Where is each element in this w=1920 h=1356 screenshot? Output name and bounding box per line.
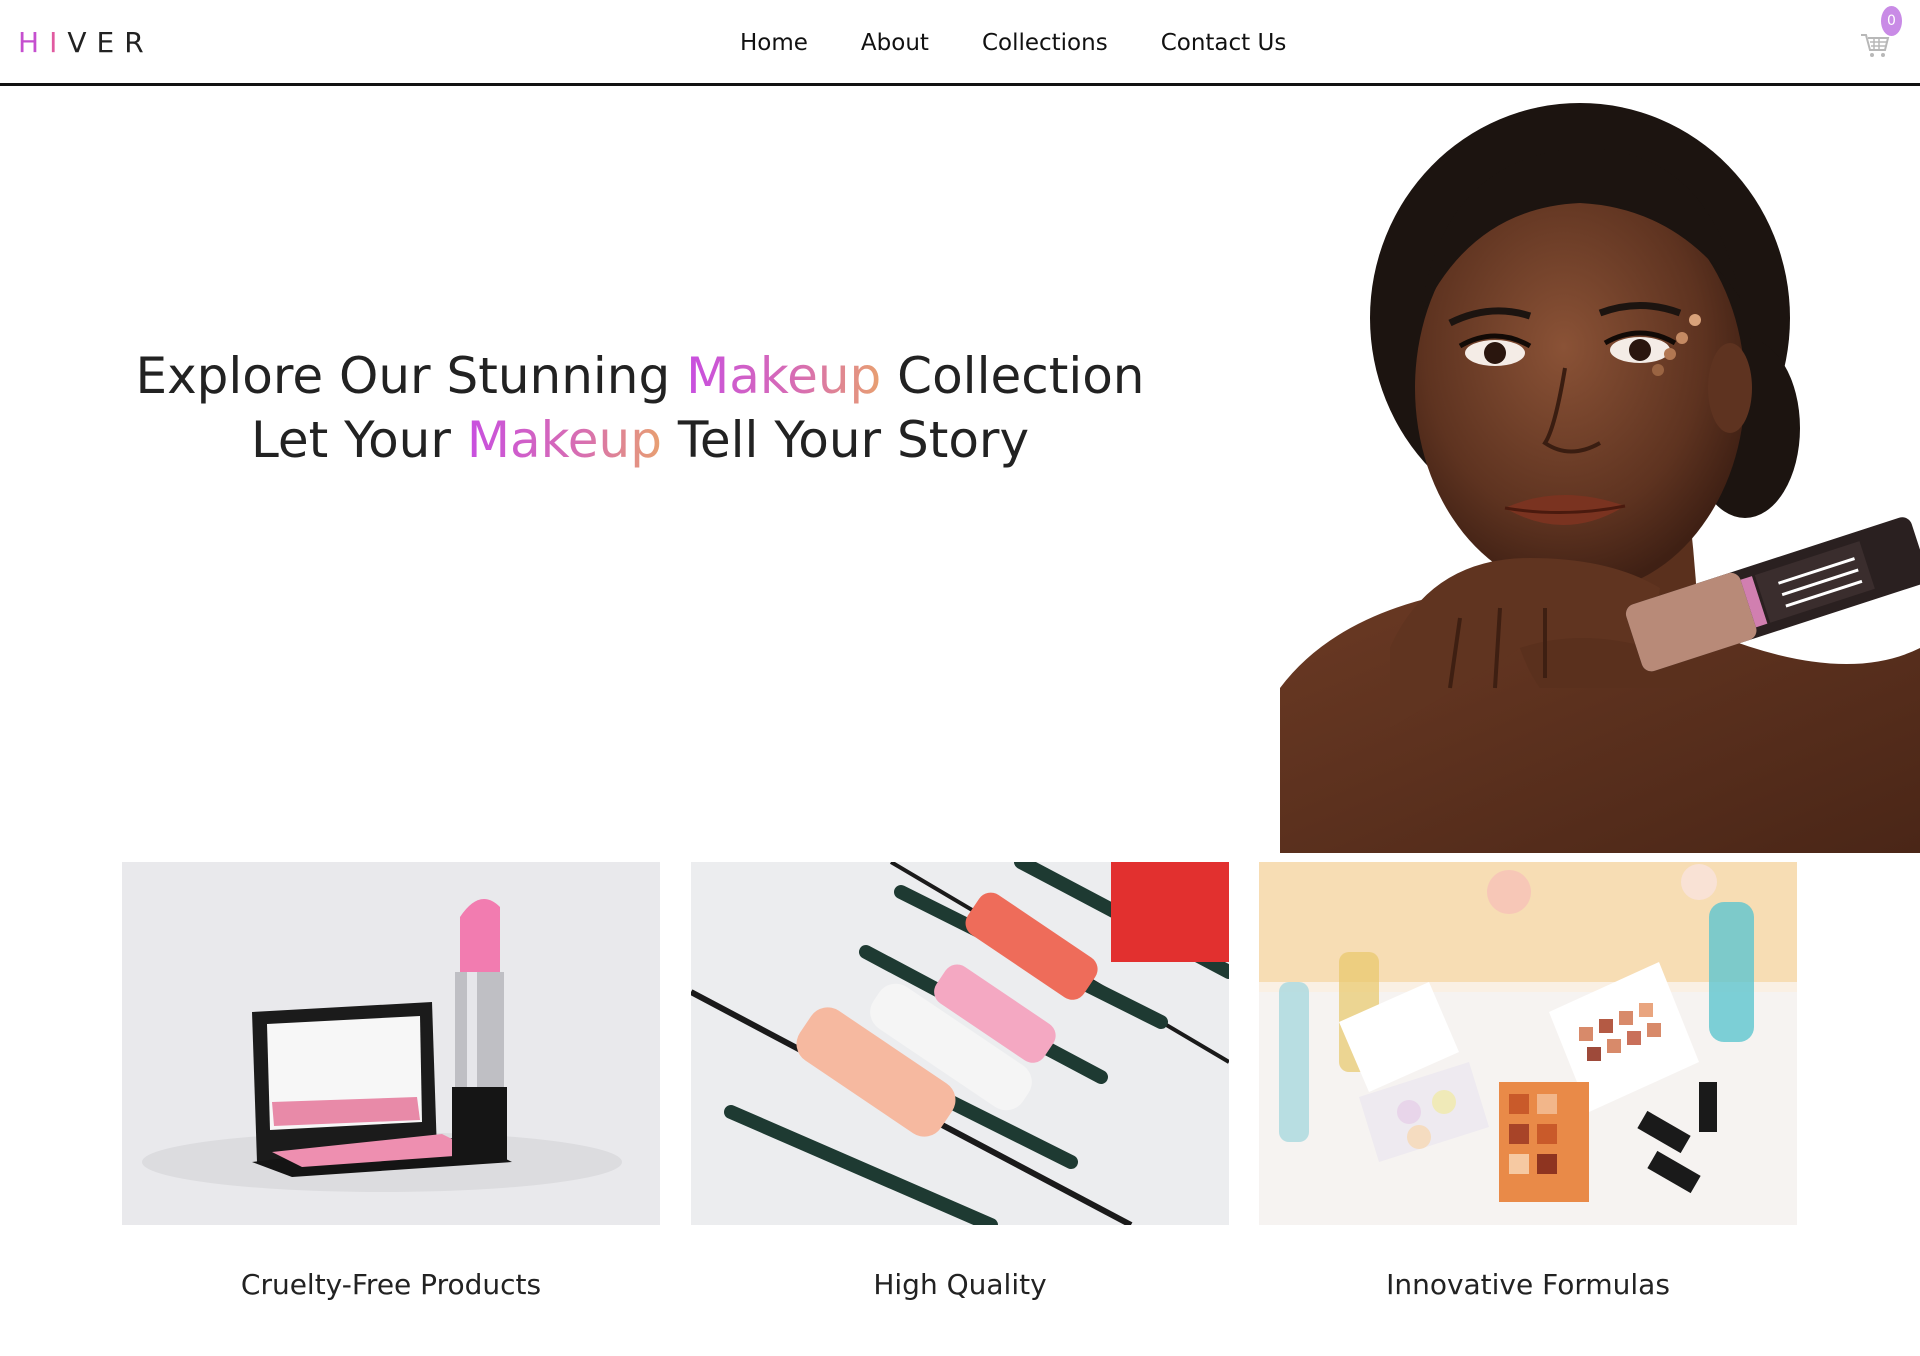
logo-letter: E: [96, 26, 125, 59]
brand-logo[interactable]: HIVER: [18, 26, 154, 60]
logo-letter: V: [67, 26, 97, 59]
hero-highlight: Makeup: [466, 411, 662, 469]
hero-model-image: [1280, 88, 1920, 853]
cart-count-badge: 0: [1881, 6, 1902, 36]
hero-highlight: Makeup: [686, 347, 882, 405]
feature-card[interactable]: Cruelty-Free Products: [122, 862, 660, 1301]
logo-letter: I: [49, 26, 68, 59]
nav-about-link[interactable]: About: [861, 28, 929, 58]
nav-menu: Home About Collections Contact Us: [740, 28, 1339, 58]
nav-home-link[interactable]: Home: [740, 28, 808, 58]
hero-text: Explore Our Stunning: [135, 347, 687, 405]
navbar: HIVER Home About Collections Contact Us …: [0, 0, 1920, 86]
hero-text: Collection: [881, 347, 1145, 405]
eyeshadow-palettes-image: [1259, 862, 1797, 1225]
hero-text: Let Your: [250, 411, 467, 469]
lipstick-blush-image: [122, 862, 660, 1225]
hero-text: Tell Your Story: [661, 411, 1030, 469]
hero-line-2: Let Your Makeup Tell Your Story: [120, 408, 1160, 472]
nav-contact-link[interactable]: Contact Us: [1161, 28, 1287, 58]
feature-title: Innovative Formulas: [1386, 1268, 1670, 1301]
feature-card[interactable]: High Quality: [691, 862, 1229, 1301]
nav-collections-link[interactable]: Collections: [982, 28, 1108, 58]
logo-letter: H: [18, 26, 50, 59]
brushes-tubes-image: [691, 862, 1229, 1225]
feature-title: High Quality: [873, 1268, 1047, 1301]
feature-title: Cruelty-Free Products: [240, 1268, 542, 1301]
hero-heading: Explore Our Stunning Makeup Collection L…: [120, 344, 1160, 472]
logo-letter: R: [124, 26, 154, 59]
hero-line-1: Explore Our Stunning Makeup Collection: [120, 344, 1160, 408]
feature-card[interactable]: Innovative Formulas: [1259, 862, 1797, 1301]
